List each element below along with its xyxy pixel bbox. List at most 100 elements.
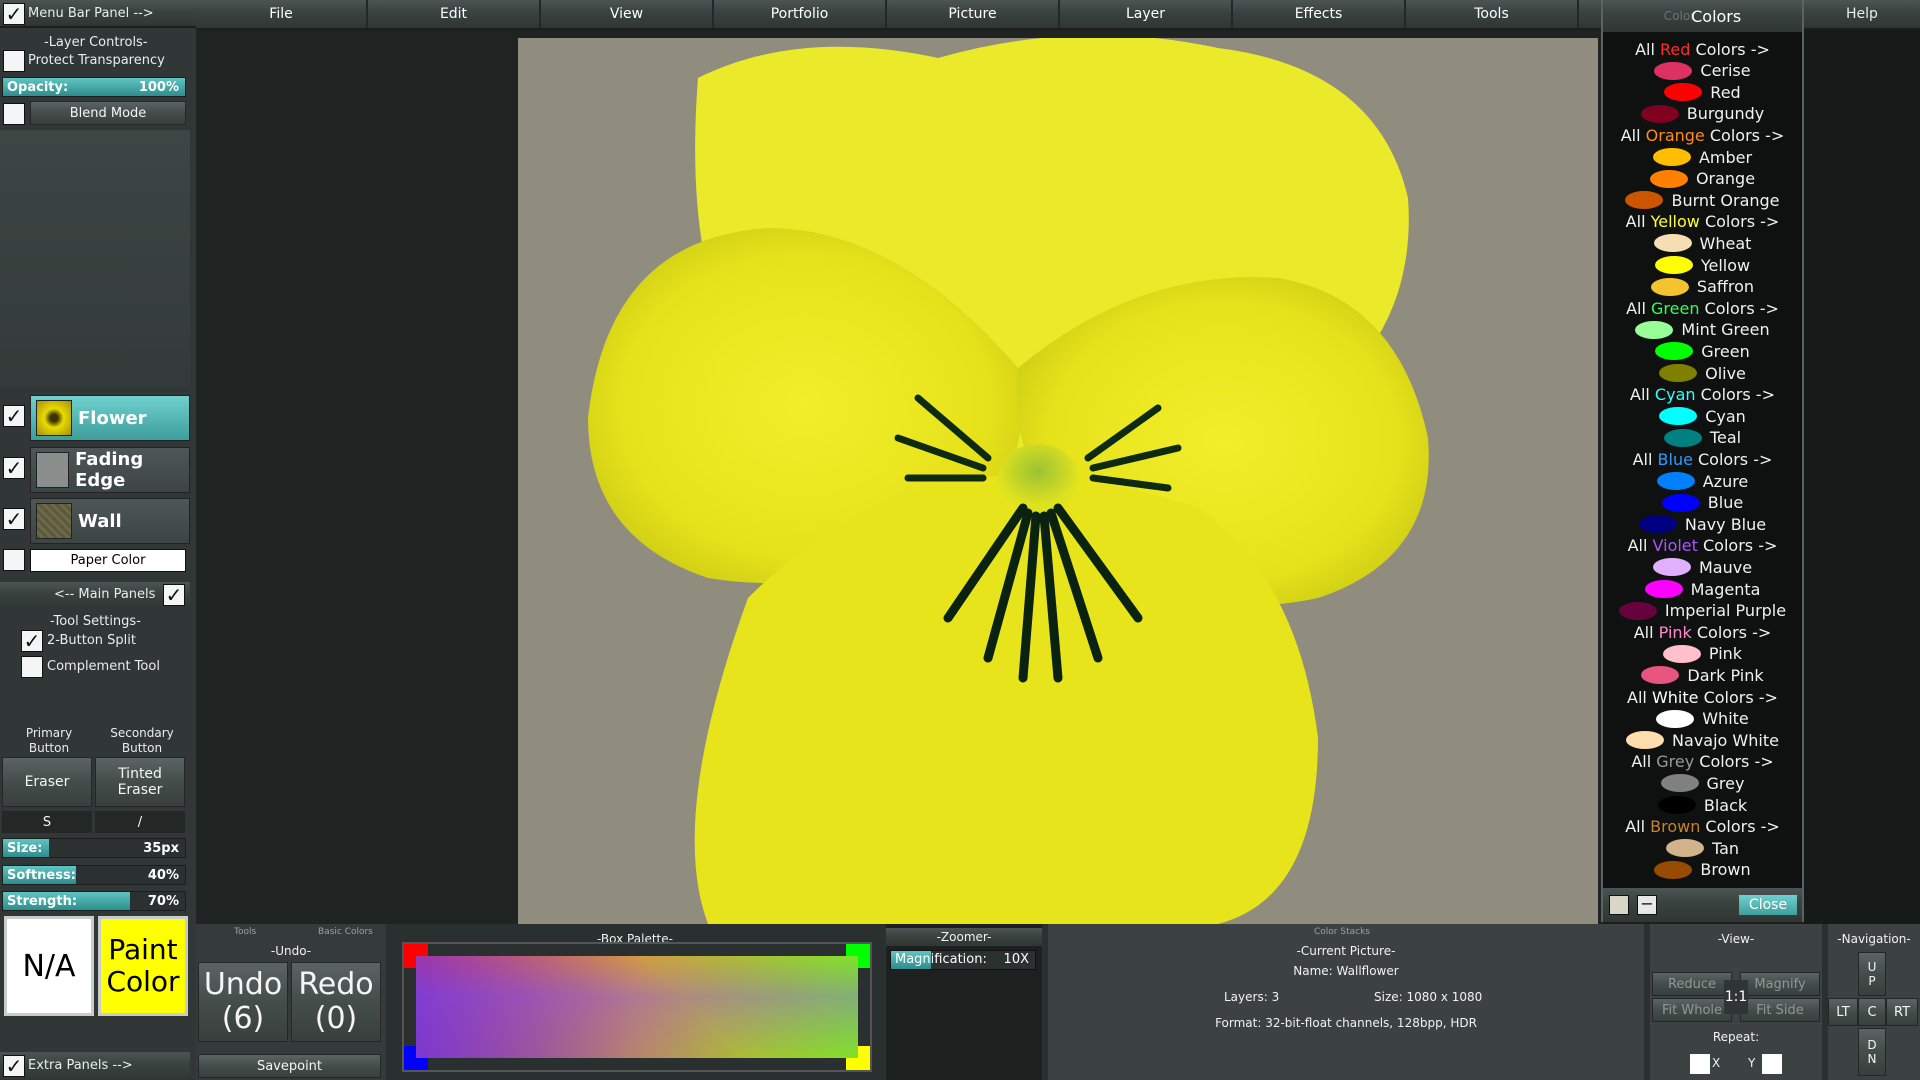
fit-side-button[interactable]: Fit Side [1740, 998, 1820, 1022]
menu-file[interactable]: File [196, 0, 368, 28]
colors-close-button[interactable]: Close [1739, 895, 1797, 915]
size-slider[interactable]: Size: 35px [2, 838, 186, 858]
color-item[interactable]: Azure [1603, 470, 1802, 492]
color-item[interactable]: Amber [1603, 146, 1802, 168]
color-group-violet[interactable]: All Violet Colors -> [1603, 535, 1802, 557]
menu-portfolio[interactable]: Portfolio [714, 0, 887, 28]
color-item[interactable]: Orange [1603, 168, 1802, 190]
color-group-blue[interactable]: All Blue Colors -> [1603, 448, 1802, 470]
layer-row-flower[interactable]: Flower [30, 395, 190, 441]
color-item[interactable]: Imperial Purple [1603, 600, 1802, 622]
color-item[interactable]: Yellow [1603, 254, 1802, 276]
main-panels-checkbox[interactable]: ✓ [163, 584, 185, 606]
savepoint-button[interactable]: Savepoint [198, 1054, 381, 1078]
color-item[interactable]: Teal [1603, 427, 1802, 449]
menu-bar-panel-toggle[interactable]: ✓ Menu Bar Panel --> [0, 0, 196, 28]
color-group-cyan[interactable]: All Cyan Colors -> [1603, 384, 1802, 406]
color-item[interactable]: Wheat [1603, 232, 1802, 254]
color-item[interactable]: Dark Pink [1603, 664, 1802, 686]
color-item[interactable]: Saffron [1603, 276, 1802, 298]
repeat-y-checkbox[interactable] [1762, 1054, 1782, 1074]
menu-edit[interactable]: Edit [368, 0, 541, 28]
softness-slider[interactable]: Softness: 40% [2, 865, 186, 885]
paper-color-button[interactable]: Paper Color [30, 549, 186, 572]
color-group-brown[interactable]: All Brown Colors -> [1603, 816, 1802, 838]
layer-flower-visibility[interactable]: ✓ [3, 405, 25, 427]
redo-button[interactable]: Redo (0) [291, 962, 381, 1042]
main-panels-toggle[interactable]: <-- Main Panels ✓ [0, 582, 190, 608]
blend-mode-button[interactable]: Blend Mode [30, 101, 186, 125]
color-group-red[interactable]: All Red Colors -> [1603, 38, 1802, 60]
menu-layer[interactable]: Layer [1060, 0, 1233, 28]
color-item[interactable]: Olive [1603, 362, 1802, 384]
repeat-x-checkbox[interactable] [1690, 1054, 1710, 1074]
extra-panels-toggle[interactable]: ✓ Extra Panels --> [0, 1052, 190, 1080]
one-to-one-button[interactable]: 1:1 [1724, 980, 1748, 1014]
fit-whole-button[interactable]: Fit Whole [1652, 998, 1732, 1022]
color-item[interactable]: Green [1603, 340, 1802, 362]
nav-down-button[interactable]: DN [1858, 1028, 1886, 1076]
menu-effects[interactable]: Effects [1233, 0, 1406, 28]
secondary-key-binding[interactable]: / [95, 811, 185, 833]
extra-panels-checkbox[interactable]: ✓ [3, 1055, 25, 1077]
color-group-grey[interactable]: All Grey Colors -> [1603, 751, 1802, 773]
color-group-white[interactable]: All White Colors -> [1603, 686, 1802, 708]
nav-up-button[interactable]: UP [1858, 952, 1886, 996]
protect-transparency-checkbox[interactable] [3, 50, 25, 72]
color-item[interactable]: Navy Blue [1603, 513, 1802, 535]
color-item[interactable]: Brown [1603, 859, 1802, 881]
strength-slider[interactable]: Strength: 70% [2, 891, 186, 911]
layer-fading-edge-visibility[interactable]: ✓ [3, 457, 25, 479]
menu-bar-panel-checkbox[interactable]: ✓ [3, 3, 25, 25]
color-item[interactable]: Magenta [1603, 578, 1802, 600]
nav-right-button[interactable]: RT [1886, 998, 1918, 1026]
paper-color-checkbox[interactable] [3, 549, 25, 571]
tools-tab[interactable]: Tools [234, 927, 256, 937]
complement-tool-checkbox[interactable] [21, 656, 43, 678]
blend-mode-checkbox[interactable] [3, 103, 25, 125]
two-button-split-checkbox[interactable]: ✓ [21, 630, 43, 652]
layer-wall-visibility[interactable]: ✓ [3, 508, 25, 530]
color-item[interactable]: Burnt Orange [1603, 189, 1802, 211]
magnification-control[interactable]: Magnification: 10X [890, 950, 1036, 970]
magnify-button[interactable]: Magnify [1740, 972, 1820, 996]
color-item[interactable]: Red [1603, 81, 1802, 103]
color-item[interactable]: Pink [1603, 643, 1802, 665]
menu-view[interactable]: View [541, 0, 714, 28]
color-item[interactable]: White [1603, 708, 1802, 730]
color-item[interactable]: Black [1603, 794, 1802, 816]
color-item[interactable]: Blue [1603, 492, 1802, 514]
color-item[interactable]: Mint Green [1603, 319, 1802, 341]
color-preview-swatch[interactable] [1609, 895, 1629, 915]
primary-key-binding[interactable]: S [2, 811, 92, 833]
color-item[interactable]: Cyan [1603, 405, 1802, 427]
color-group-green[interactable]: All Green Colors -> [1603, 297, 1802, 319]
undo-button[interactable]: Undo (6) [198, 962, 288, 1042]
color-group-yellow[interactable]: All Yellow Colors -> [1603, 211, 1802, 233]
nav-center-button[interactable]: C [1858, 998, 1886, 1026]
primary-tool-eraser[interactable]: Eraser [2, 757, 92, 807]
color-item[interactable]: Navajo White [1603, 729, 1802, 751]
color-group-orange[interactable]: All Orange Colors -> [1603, 124, 1802, 146]
layer-row-fading-edge[interactable]: Fading Edge [30, 447, 190, 493]
color-item[interactable]: Burgundy [1603, 103, 1802, 125]
secondary-tool-tinted-eraser[interactable]: Tinted Eraser [95, 757, 185, 807]
color-stacks-tab[interactable]: Color Stacks [1314, 927, 1370, 937]
na-color-swatch[interactable]: N/A [4, 916, 94, 1016]
nav-left-button[interactable]: LT [1828, 998, 1858, 1026]
menu-tools[interactable]: Tools [1406, 0, 1579, 28]
color-item[interactable]: Tan [1603, 837, 1802, 859]
picture-canvas[interactable] [518, 38, 1598, 924]
reduce-button[interactable]: Reduce [1652, 972, 1732, 996]
minus-button[interactable]: − [1637, 895, 1657, 915]
color-item[interactable]: Grey [1603, 772, 1802, 794]
menu-picture[interactable]: Picture [887, 0, 1060, 28]
opacity-slider[interactable]: Opacity: 100% [2, 77, 186, 97]
menu-help[interactable]: Help [1804, 0, 1920, 28]
color-item[interactable]: Cerise [1603, 60, 1802, 82]
paint-color-swatch[interactable]: Paint Color [98, 916, 188, 1016]
layer-row-wall[interactable]: Wall [30, 498, 190, 544]
basic-colors-tab[interactable]: Basic Colors [318, 927, 373, 937]
color-item[interactable]: Mauve [1603, 556, 1802, 578]
box-palette-gradient[interactable] [416, 956, 858, 1058]
